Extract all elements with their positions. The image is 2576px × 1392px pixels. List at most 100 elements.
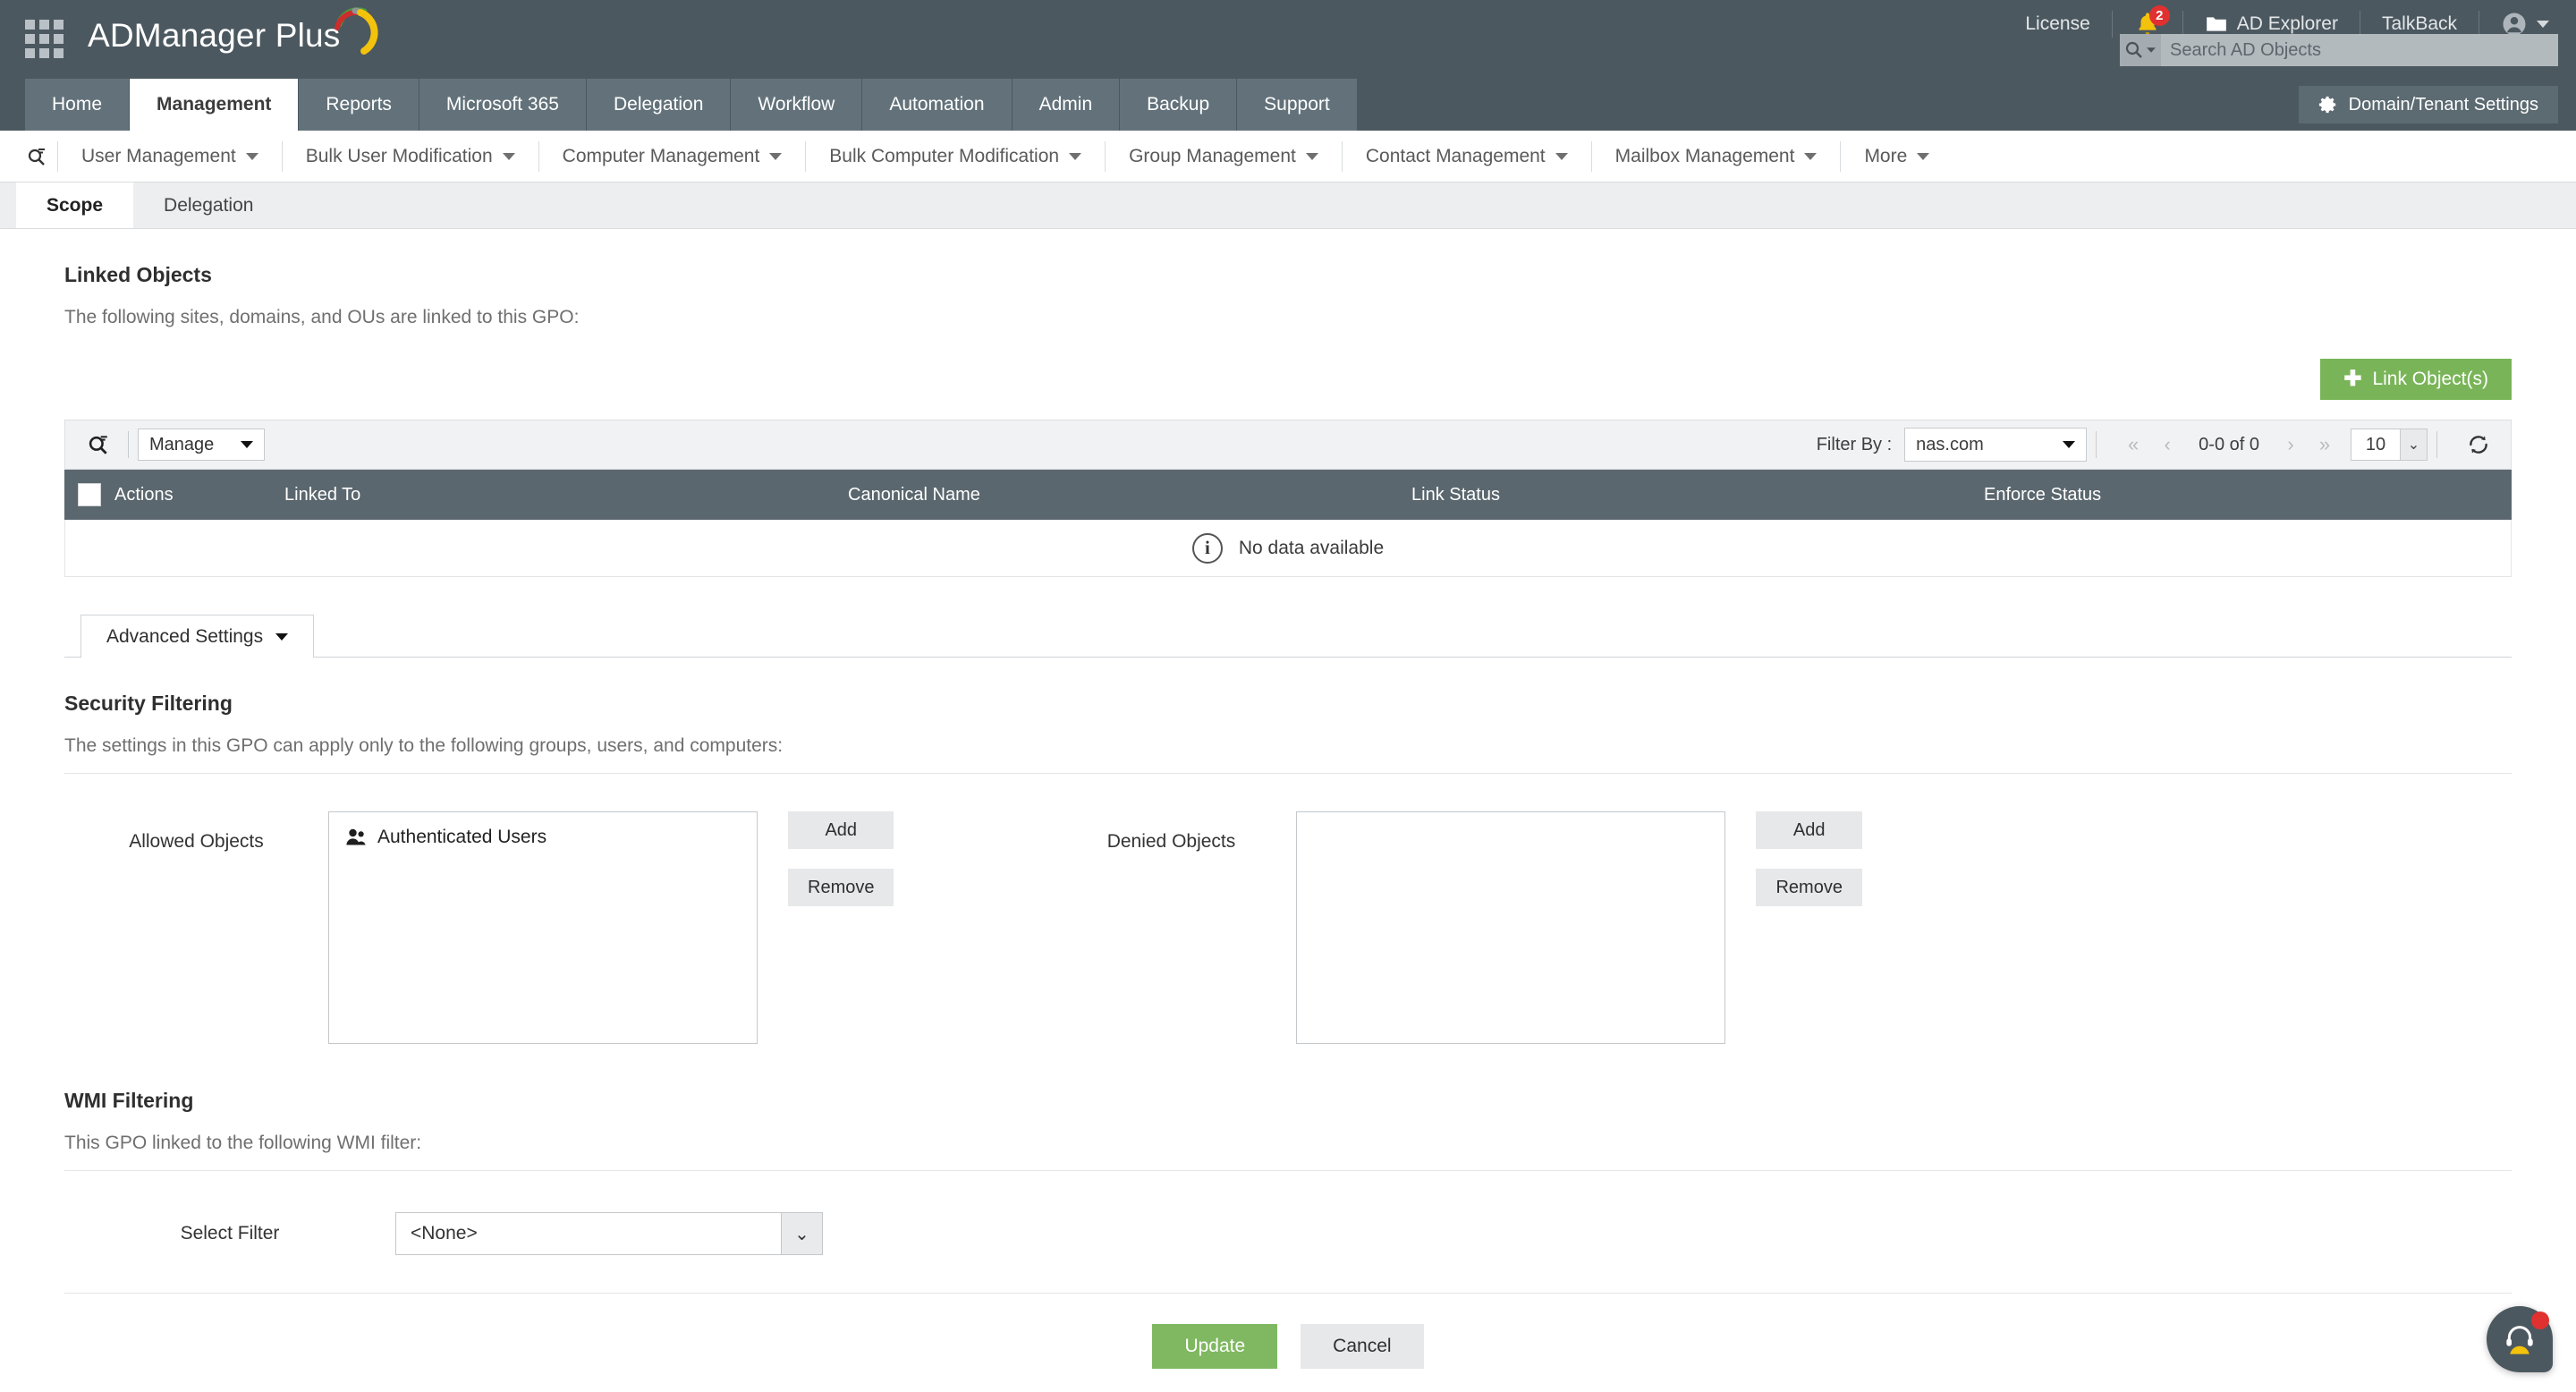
pagination-next-button[interactable]: › xyxy=(2275,429,2306,460)
chevron-down-icon xyxy=(2063,441,2075,448)
linked-objects-subtitle: The following sites, domains, and OUs ar… xyxy=(64,307,2512,328)
column-header-actions[interactable]: Actions xyxy=(114,485,284,505)
nav-tab-management[interactable]: Management xyxy=(130,79,299,131)
security-filtering-subtitle: The settings in this GPO can apply only … xyxy=(64,735,2512,757)
list-item[interactable]: Authenticated Users xyxy=(345,827,741,848)
denied-objects-group: Denied Objects Add Remove xyxy=(1046,811,1861,1044)
subnav-group-management[interactable]: Group Management xyxy=(1105,141,1342,172)
column-header-canonical-name[interactable]: Canonical Name xyxy=(848,485,1411,505)
logo-swoosh-icon xyxy=(328,4,382,58)
cancel-button[interactable]: Cancel xyxy=(1301,1324,1423,1369)
grid-search-icon[interactable] xyxy=(78,427,119,463)
search-input[interactable] xyxy=(2161,34,2558,66)
app-grid-icon[interactable] xyxy=(25,20,64,59)
brand-name: ADManager Plus xyxy=(88,17,341,54)
nav-tab-automation[interactable]: Automation xyxy=(862,79,1012,131)
wmi-filter-value: <None> xyxy=(396,1223,781,1244)
page-tab-strip: Scope Delegation xyxy=(0,182,2576,229)
advanced-settings-tab[interactable]: Advanced Settings xyxy=(80,615,314,658)
link-objects-button-label: Link Object(s) xyxy=(2372,369,2488,390)
nav-tab-microsoft-365[interactable]: Microsoft 365 xyxy=(419,79,587,131)
nav-tab-admin[interactable]: Admin xyxy=(1013,79,1121,131)
allowed-objects-listbox[interactable]: Authenticated Users xyxy=(328,811,758,1044)
allowed-add-button[interactable]: Add xyxy=(788,811,894,849)
main-content: Linked Objects The following sites, doma… xyxy=(0,263,2576,1392)
nav-tab-workflow[interactable]: Workflow xyxy=(731,79,862,131)
link-objects-button[interactable]: ✚ Link Object(s) xyxy=(2320,359,2512,400)
support-agent-icon xyxy=(2502,1321,2538,1357)
subnav-bulk-user-modification[interactable]: Bulk User Modification xyxy=(282,141,538,172)
table-header-row: Actions Linked To Canonical Name Link St… xyxy=(64,470,2512,520)
talkback-label: TalkBack xyxy=(2382,13,2457,35)
subnav-more[interactable]: More xyxy=(1840,141,1953,172)
nav-tab-home[interactable]: Home xyxy=(25,79,130,131)
subnav-label: Bulk User Modification xyxy=(306,146,493,167)
filter-by-dropdown[interactable]: nas.com xyxy=(1904,428,2087,462)
top-header-bar: ADManager Plus License 2 AD Explorer Tal… xyxy=(0,0,2576,79)
chevron-down-icon xyxy=(241,441,253,448)
users-group-icon xyxy=(345,828,367,847)
section-divider xyxy=(64,773,2512,774)
notification-badge: 2 xyxy=(2149,5,2170,26)
column-header-link-status[interactable]: Link Status xyxy=(1411,485,1984,505)
table-empty-message: No data available xyxy=(1239,538,1384,559)
tab-delegation[interactable]: Delegation xyxy=(133,182,284,228)
refresh-button[interactable] xyxy=(2459,428,2498,462)
subnav-computer-management[interactable]: Computer Management xyxy=(538,141,806,172)
page-size-dropdown[interactable]: 10 ⌄ xyxy=(2351,429,2428,461)
nav-tab-backup[interactable]: Backup xyxy=(1120,79,1237,131)
ad-search-box[interactable] xyxy=(2120,34,2558,66)
pagination-count-label: 0-0 of 0 xyxy=(2186,435,2272,455)
toolbar-divider xyxy=(2096,431,2097,458)
search-icon[interactable] xyxy=(2120,34,2161,66)
allowed-objects-buttons: Add Remove xyxy=(788,811,894,906)
chevron-down-icon xyxy=(246,153,258,160)
wmi-filtering-subtitle: This GPO linked to the following WMI fil… xyxy=(64,1133,2512,1154)
support-chat-button[interactable] xyxy=(2487,1306,2553,1372)
denied-add-button[interactable]: Add xyxy=(1756,811,1861,849)
denied-remove-button[interactable]: Remove xyxy=(1756,869,1861,906)
folder-icon xyxy=(2205,13,2228,36)
column-header-linked-to[interactable]: Linked To xyxy=(284,485,848,505)
nav-tab-support[interactable]: Support xyxy=(1237,79,1358,131)
manage-dropdown-label: Manage xyxy=(149,435,214,455)
wmi-filter-dropdown[interactable]: <None> ⌄ xyxy=(395,1212,823,1255)
denied-objects-listbox[interactable] xyxy=(1296,811,1725,1044)
pagination-controls: « ‹ 0-0 of 0 › » xyxy=(2118,429,2340,460)
subnav-bulk-computer-modification[interactable]: Bulk Computer Modification xyxy=(805,141,1105,172)
tab-scope[interactable]: Scope xyxy=(16,182,133,228)
select-all-checkbox[interactable] xyxy=(78,483,101,506)
search-scope-caret-icon[interactable] xyxy=(2147,47,2156,53)
domain-tenant-settings-button[interactable]: Domain/Tenant Settings xyxy=(2299,86,2558,123)
license-link[interactable]: License xyxy=(2004,11,2112,38)
domain-tenant-settings-label: Domain/Tenant Settings xyxy=(2349,95,2538,115)
update-button[interactable]: Update xyxy=(1152,1324,1277,1369)
subnav-mailbox-management[interactable]: Mailbox Management xyxy=(1591,141,1841,172)
pagination-prev-button[interactable]: ‹ xyxy=(2152,429,2182,460)
pagination-last-button[interactable]: » xyxy=(2309,429,2340,460)
pagination-first-button[interactable]: « xyxy=(2118,429,2148,460)
denied-objects-label: Denied Objects xyxy=(1046,811,1296,853)
filter-by-value: nas.com xyxy=(1916,435,1984,455)
subnav-contact-management[interactable]: Contact Management xyxy=(1342,141,1591,172)
subnav-user-management[interactable]: User Management xyxy=(57,141,282,172)
chevron-down-icon xyxy=(1917,153,1929,160)
column-header-enforce-status[interactable]: Enforce Status xyxy=(1984,485,2512,505)
subnav-label: Group Management xyxy=(1129,146,1296,167)
toolbar-divider xyxy=(128,431,129,458)
link-objects-button-row: ✚ Link Object(s) xyxy=(64,359,2512,400)
subnav-label: User Management xyxy=(81,146,236,167)
chevron-down-icon xyxy=(503,153,515,160)
allowed-object-name: Authenticated Users xyxy=(377,827,547,848)
module-search-icon[interactable] xyxy=(16,141,57,172)
chevron-down-icon xyxy=(1069,153,1081,160)
denied-objects-buttons: Add Remove xyxy=(1756,811,1861,906)
filter-by-label: Filter By : xyxy=(1817,435,1892,455)
nav-tab-delegation[interactable]: Delegation xyxy=(587,79,731,131)
nav-tab-reports[interactable]: Reports xyxy=(299,79,419,131)
allowed-remove-button[interactable]: Remove xyxy=(788,869,894,906)
wmi-filtering-title: WMI Filtering xyxy=(64,1089,2512,1113)
advanced-settings-label: Advanced Settings xyxy=(106,626,263,648)
manage-dropdown[interactable]: Manage xyxy=(138,429,265,461)
subnav-label: Computer Management xyxy=(563,146,760,167)
